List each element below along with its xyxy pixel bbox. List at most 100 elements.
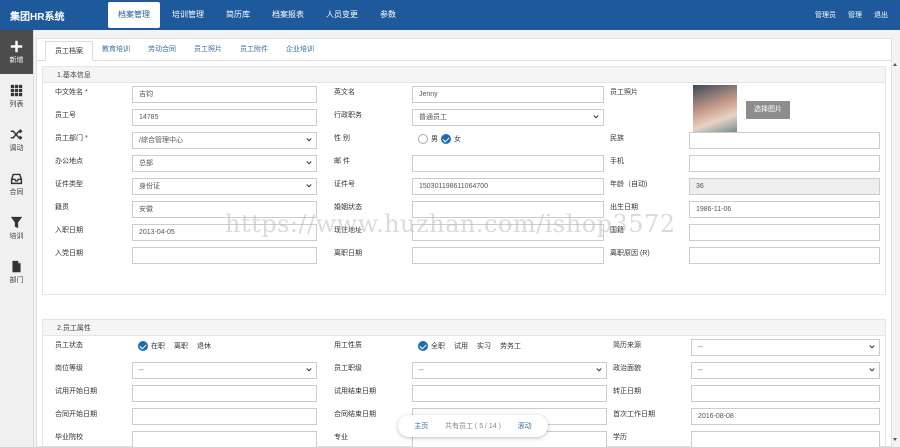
office-label: 办公地点 [55,158,83,165]
radio-female-checked[interactable] [441,134,451,144]
nav-item-training[interactable]: 培训管理 [162,0,214,30]
tab-attachments[interactable]: 员工附件 [231,40,277,60]
email-input[interactable] [412,155,604,172]
tab-contract[interactable]: 劳动合同 [139,40,185,60]
office-select[interactable]: 总部 [132,155,317,172]
birthday-input[interactable]: 1986-11-06 [689,201,880,218]
logout-link[interactable]: 退出 [874,10,888,20]
rail-label: 合同 [9,188,24,196]
trial-start-input[interactable] [132,385,317,402]
age-label: 年龄（自动) [610,181,648,188]
rail-item-transfer[interactable]: 调动 [0,118,33,162]
regular-date-label: 转正日期 [613,388,641,395]
leave-reason-input[interactable] [689,247,880,264]
radio-emp-type-checked[interactable] [418,341,428,351]
emp-level-select[interactable]: -- [412,362,607,379]
manage-link[interactable]: 管理 [848,10,862,20]
main-nav: 档案管理 培训管理 简历库 档案报表 人员变更 参数 [108,0,408,30]
status-radio-group: 在职 离职 退休 [138,341,217,351]
employee-no-label: 员工号 [55,112,76,119]
status-opt-retired[interactable]: 退休 [197,341,211,351]
pager-home-link[interactable]: 主页 [414,421,428,431]
native-label: 籍贯 [55,204,69,211]
tab-employee-archive[interactable]: 员工档案 [45,41,93,61]
id-type-select[interactable]: 身份证 [132,178,317,195]
emp-type-opt-trial[interactable]: 试用 [454,341,468,351]
emp-type-label: 用工性质 [334,342,362,349]
resume-source-select[interactable]: -- [691,339,880,356]
emp-type-radio-group: 全职 试用 实习 劳务工 [418,341,527,351]
nav-item-changes[interactable]: 人员变更 [316,0,368,30]
tab-bar: 员工档案 教育培训 劳动合同 员工照片 员工附件 企业培训 [37,39,891,61]
english-name-input[interactable]: Jenny [412,86,604,103]
status-opt-left[interactable]: 离职 [174,341,188,351]
degree-input[interactable] [691,431,880,447]
id-no-label: 证件号 [334,181,355,188]
age-input: 36 [689,178,880,195]
first-work-input[interactable]: 2016-08-08 [691,408,880,425]
pager-scroll-link[interactable]: 滚动 [518,421,532,431]
status-opt-active[interactable]: 在职 [151,341,165,351]
photo-label: 员工照片 [610,89,638,96]
regular-date-input[interactable] [691,385,880,402]
marital-label: 婚姻状态 [334,204,362,211]
employee-no-input[interactable]: 14785 [132,109,317,126]
radio-status-checked[interactable] [138,341,148,351]
marital-input[interactable] [412,201,604,218]
political-select[interactable]: -- [691,362,880,379]
mobile-input[interactable] [689,155,880,172]
rail-item-department[interactable]: 部门 [0,250,33,294]
position-select[interactable]: 普通员工 [412,109,604,126]
chevron-down-icon [306,138,312,142]
department-label: 员工部门 * [55,135,88,142]
major-label: 专业 [334,434,348,441]
contract-start-input[interactable] [132,408,317,425]
plus-icon [10,40,23,52]
main-panel: 员工档案 教育培训 劳动合同 员工照片 员工附件 企业培训 1.基本信息 中文姓… [36,38,892,447]
rail-item-contract[interactable]: 合同 [0,162,33,206]
political-label: 政治面貌 [613,365,641,372]
trial-end-input[interactable] [412,385,607,402]
department-select[interactable]: /综合管理中心 [132,132,317,149]
top-navbar: 集团HR系统 档案管理 培训管理 简历库 档案报表 人员变更 参数 管理员 管理… [0,0,900,30]
vertical-scrollbar[interactable] [892,62,898,442]
gender-label: 性 别 [334,135,350,142]
floating-pager: 主页 共有员工 ( 5 / 14 ) 滚动 [398,415,548,437]
emp-type-opt-labor[interactable]: 劳务工 [500,341,521,351]
chinese-name-input[interactable]: 吉钧 [132,86,317,103]
nav-item-report[interactable]: 档案报表 [262,0,314,30]
school-input[interactable] [132,431,317,447]
party-date-input[interactable] [132,247,317,264]
ethnicity-input[interactable] [689,132,880,149]
nav-item-archive[interactable]: 档案管理 [108,2,160,28]
tab-company-training[interactable]: 企业培训 [277,40,323,60]
document-icon [12,260,21,272]
tab-education[interactable]: 教育培训 [93,40,139,60]
emp-level-label: 员工职级 [334,365,362,372]
hire-date-input[interactable]: 2013-04-05 [132,224,317,241]
chinese-name-label: 中文姓名 * [55,89,88,96]
rail-label: 调动 [9,144,24,152]
rail-item-training[interactable]: 培训 [0,206,33,250]
emp-type-opt-intern[interactable]: 实习 [477,341,491,351]
trial-start-label: 试用开始日期 [55,388,97,395]
post-level-select[interactable]: -- [132,362,317,379]
admin-link[interactable]: 管理员 [815,10,836,20]
rail-item-list[interactable]: 列表 [0,74,33,118]
nationality-input[interactable] [689,224,880,241]
chevron-down-icon [306,161,312,165]
tab-photos[interactable]: 员工照片 [185,40,231,60]
leave-date-input[interactable] [412,247,604,264]
native-input[interactable]: 安徽 [132,201,317,218]
resume-source-label: 简历来源 [613,342,641,349]
section-basic-info: 中文姓名 * 吉钧 英文名 Jenny 员工照片 选择图片 员工号 14785 … [42,83,886,295]
rail-item-add[interactable]: 新增 [0,30,33,74]
section-basic-info-title: 1.基本信息 [42,66,886,83]
nav-item-params[interactable]: 参数 [370,0,406,30]
emp-type-opt-fulltime[interactable]: 全职 [431,341,445,351]
address-input[interactable] [412,224,604,241]
radio-male[interactable] [418,134,428,144]
status-label: 员工状态 [55,342,83,349]
id-no-input[interactable]: 150301198611064700 [412,178,604,195]
nav-item-resume[interactable]: 简历库 [216,0,260,30]
